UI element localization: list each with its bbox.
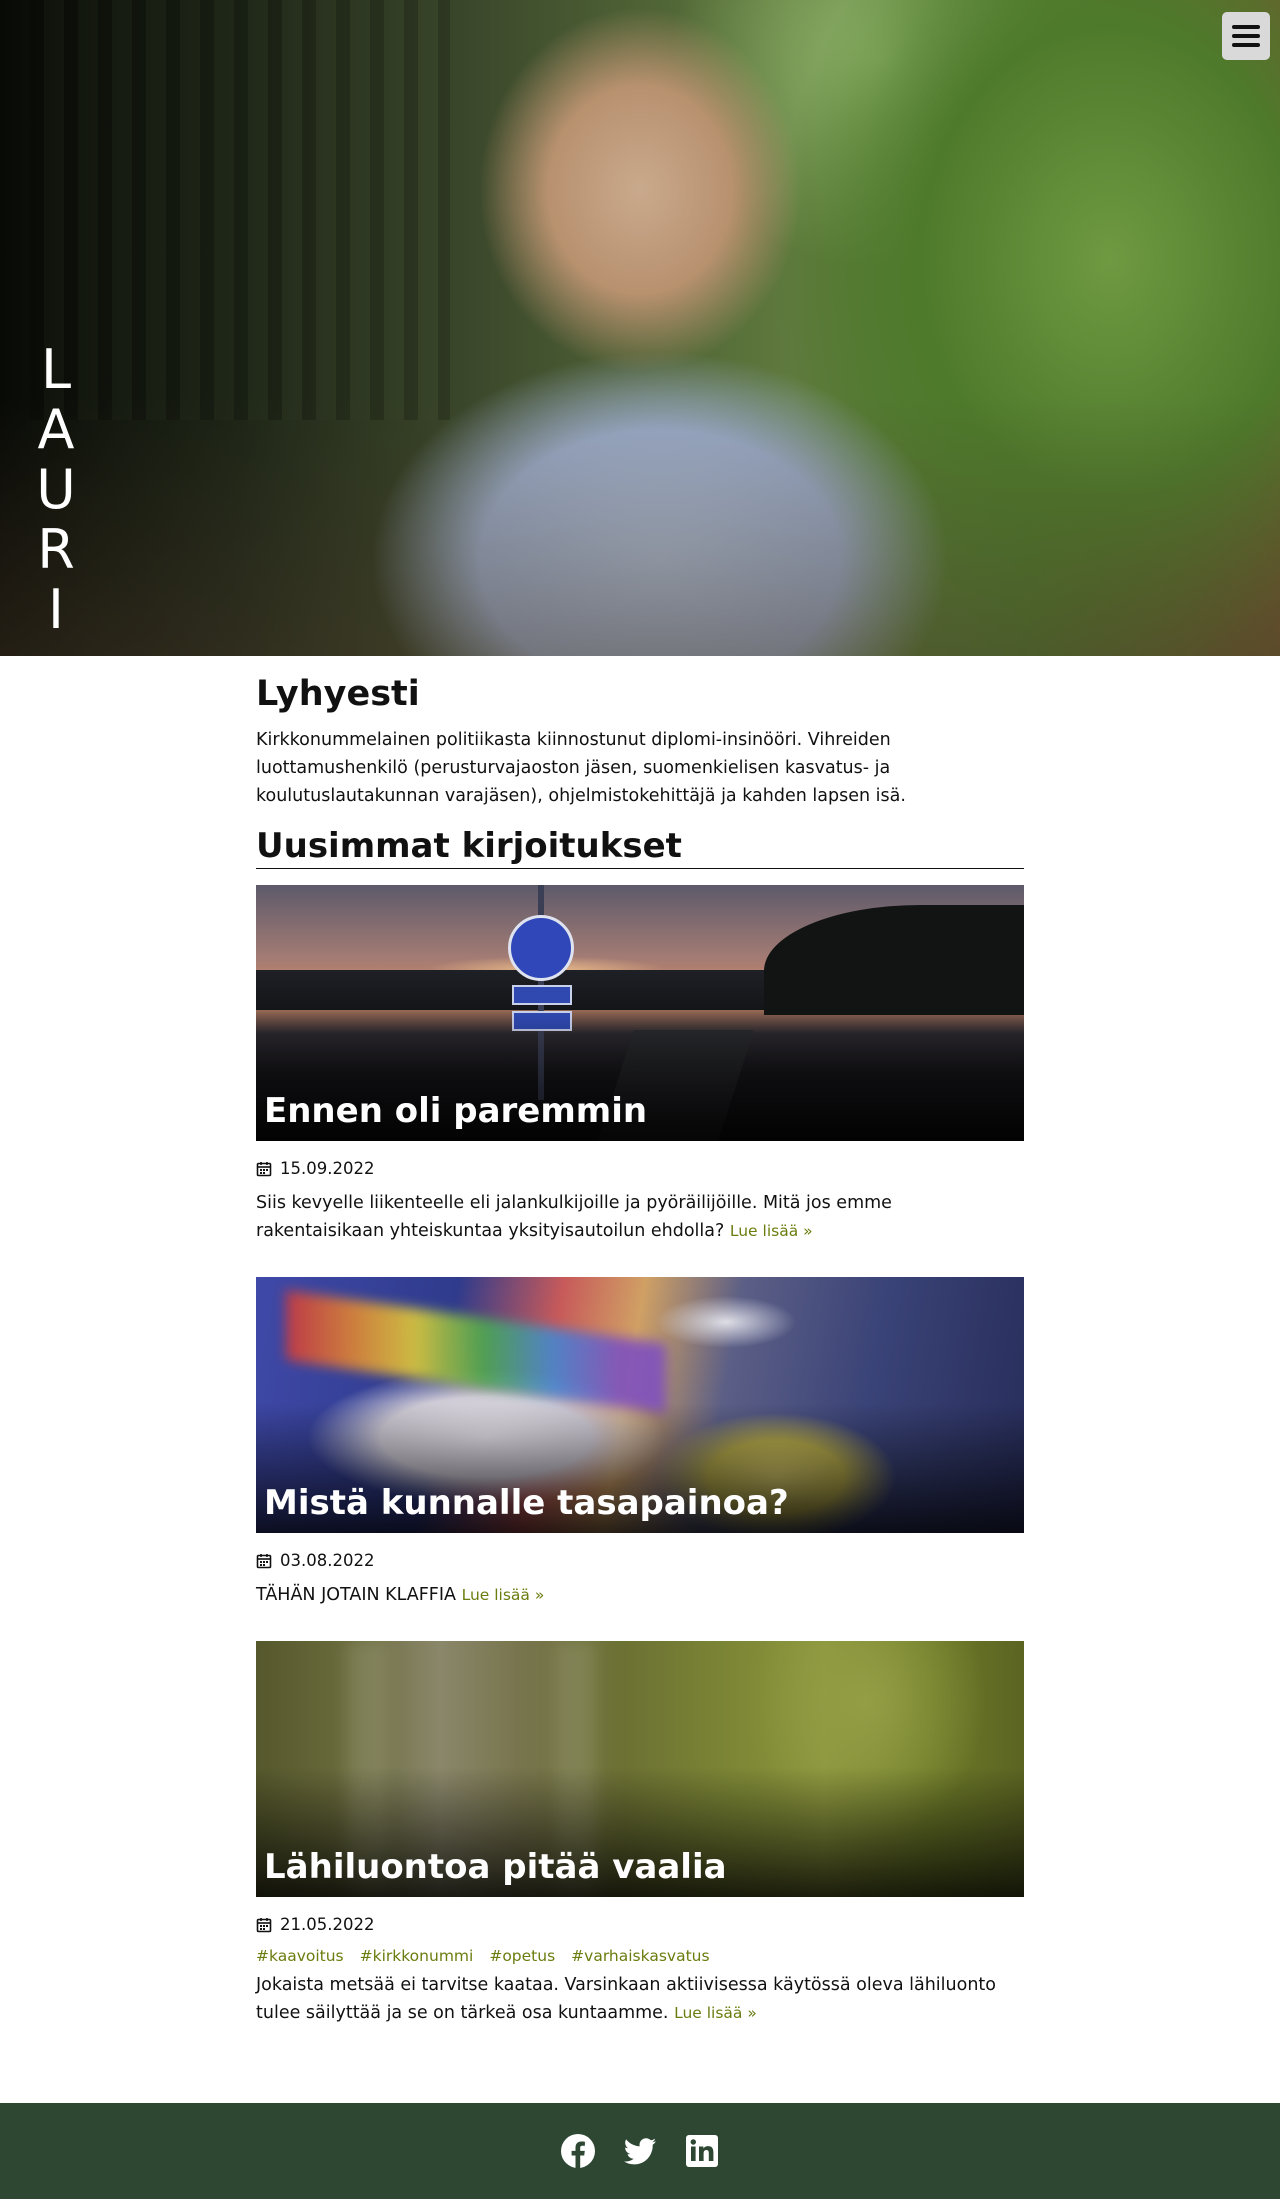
calendar-icon <box>256 1162 272 1177</box>
hero-letter: I <box>48 578 64 641</box>
hero-background-trees <box>30 0 450 420</box>
post-card: Ennen oli paremmin 15.09.2022 Siis kevye… <box>256 885 1024 1245</box>
tag-link[interactable]: #kirkkonummi <box>360 1945 474 1967</box>
twitter-icon[interactable] <box>622 2133 658 2169</box>
hero-letter: R <box>37 518 75 581</box>
post-excerpt: Siis kevyelle liikenteelle eli jalankulk… <box>256 1189 1024 1245</box>
footer <box>0 2103 1280 2199</box>
image-toy-keys <box>286 1290 666 1414</box>
image-sign-plate <box>512 985 572 1005</box>
post-card: Lähiluontoa pitää vaalia 21.05.2022 #kaa… <box>256 1641 1024 2027</box>
post-excerpt: TÄHÄN JOTAIN KLAFFIA Lue lisää » <box>256 1581 1024 1609</box>
post-date: 21.05.2022 <box>256 1913 1024 1937</box>
hero-letter: L <box>40 338 72 401</box>
post-date-text: 03.08.2022 <box>280 1551 375 1570</box>
read-more-link[interactable]: Lue lisää » <box>674 2004 757 2022</box>
hero-name-vertical: L A U R I <box>34 340 78 640</box>
post-image[interactable]: Lähiluontoa pitää vaalia <box>256 1641 1024 1897</box>
post-title[interactable]: Ennen oli paremmin <box>264 1087 647 1135</box>
post-date-text: 21.05.2022 <box>280 1915 375 1934</box>
read-more-link[interactable]: Lue lisää » <box>462 1586 545 1604</box>
hamburger-menu-icon <box>1232 43 1260 47</box>
post-image[interactable]: Mistä kunnalle tasapainoa? <box>256 1277 1024 1533</box>
latest-posts-title: Uusimmat kirjoitukset <box>256 824 1024 869</box>
hamburger-menu-icon <box>1232 25 1260 29</box>
post-date-text: 15.09.2022 <box>280 1159 375 1178</box>
post-date: 15.09.2022 <box>256 1157 1024 1181</box>
post-card: Mistä kunnalle tasapainoa? 03.08.2022 TÄ… <box>256 1277 1024 1609</box>
menu-button[interactable] <box>1222 12 1270 60</box>
post-excerpt-text: TÄHÄN JOTAIN KLAFFIA <box>256 1585 457 1605</box>
linkedin-icon[interactable] <box>684 2133 720 2169</box>
calendar-icon <box>256 1918 272 1933</box>
hero-letter: U <box>36 458 76 521</box>
facebook-icon[interactable] <box>560 2133 596 2169</box>
post-title[interactable]: Lähiluontoa pitää vaalia <box>264 1843 727 1891</box>
hero-shade <box>0 396 1280 656</box>
hero-letter: A <box>37 398 75 461</box>
post-tags: #kaavoitus #kirkkonummi #opetus #varhais… <box>256 1945 1024 1967</box>
post-excerpt: Jokaista metsää ei tarvitse kaataa. Vars… <box>256 1971 1024 2027</box>
tag-link[interactable]: #opetus <box>489 1945 555 1967</box>
tag-link[interactable]: #kaavoitus <box>256 1945 344 1967</box>
image-bike-sign <box>508 915 574 981</box>
post-title[interactable]: Mistä kunnalle tasapainoa? <box>264 1479 789 1527</box>
post-date: 03.08.2022 <box>256 1549 1024 1573</box>
about-text: Kirkkonummelainen politiikasta kiinnostu… <box>256 730 906 806</box>
tag-link[interactable]: #varhaiskasvatus <box>571 1945 709 1967</box>
main-content: Lyhyesti Kirkkonummelainen politiikasta … <box>256 656 1024 2059</box>
post-excerpt-text: Jokaista metsää ei tarvitse kaataa. Vars… <box>256 1975 996 2023</box>
hero-banner: L A U R I <box>0 0 1280 656</box>
read-more-link[interactable]: Lue lisää » <box>730 1222 813 1240</box>
calendar-icon <box>256 1554 272 1569</box>
post-image[interactable]: Ennen oli paremmin <box>256 885 1024 1141</box>
about-title: Lyhyesti <box>256 674 420 714</box>
image-trees <box>764 905 1024 1015</box>
hamburger-menu-icon <box>1232 34 1260 38</box>
